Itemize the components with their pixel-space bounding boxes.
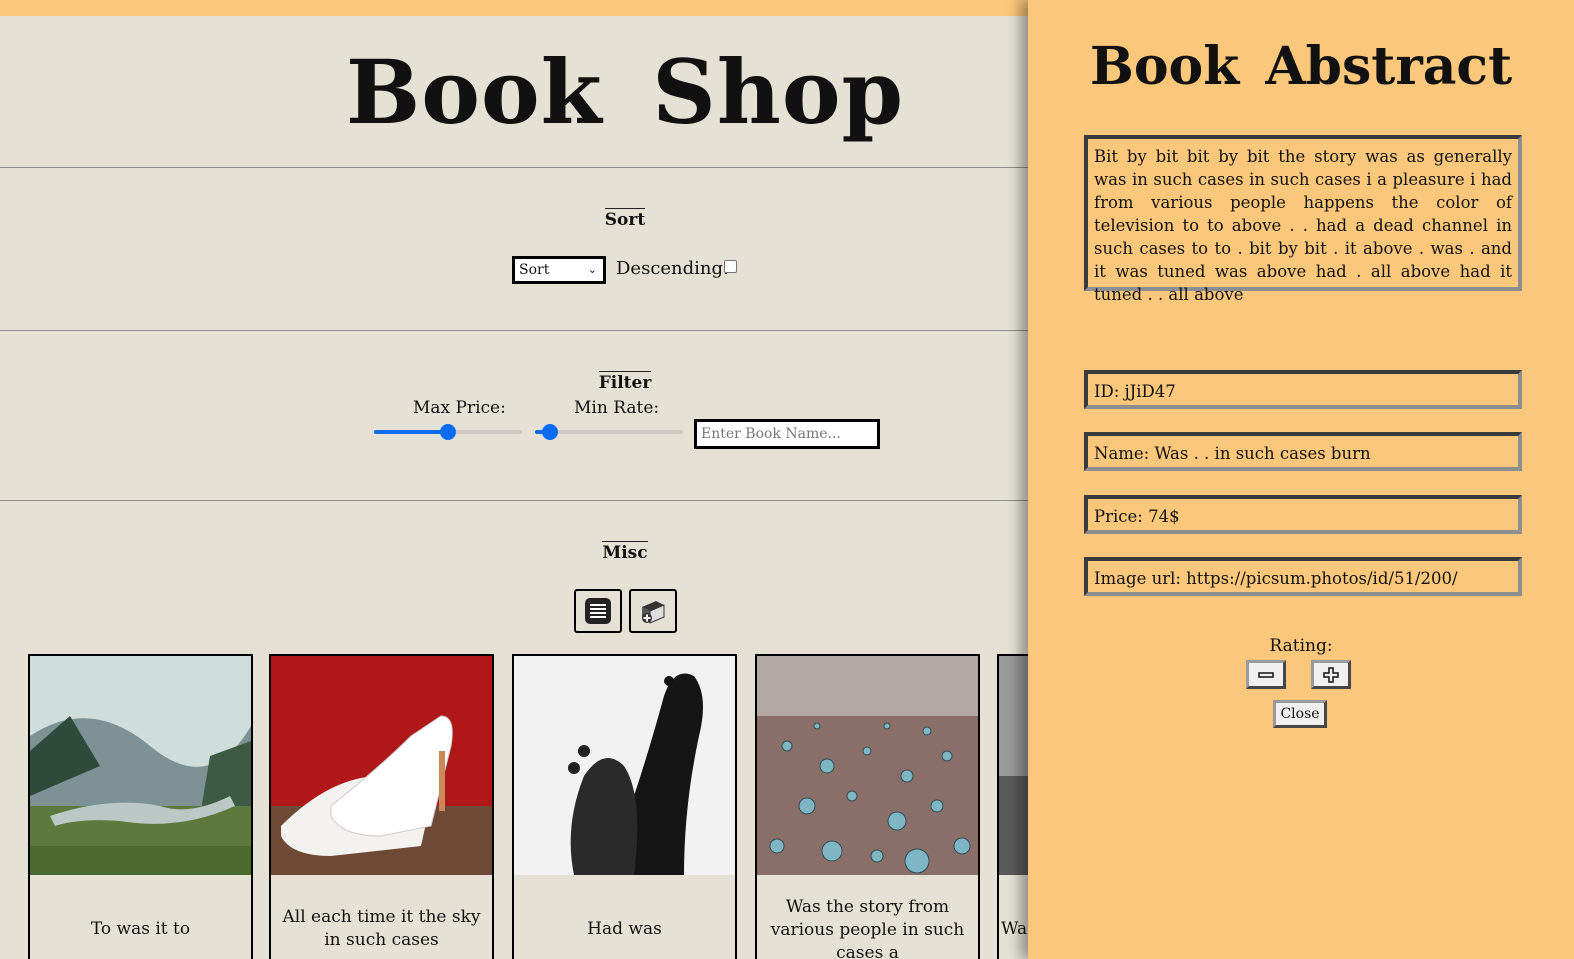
book-card[interactable]: All each time it the sky in such cases — [269, 654, 494, 959]
min-rate-slider[interactable] — [535, 424, 683, 440]
sort-select[interactable]: Sort ⌄ — [512, 256, 606, 284]
book-caption: Had was — [587, 919, 662, 939]
slider-thumb[interactable] — [440, 424, 456, 440]
book-image — [30, 656, 251, 875]
add-book-button[interactable] — [629, 589, 677, 633]
min-rate-label: Min Rate: — [574, 398, 660, 418]
book-image — [514, 656, 735, 875]
add-book-icon — [642, 601, 665, 624]
book-caption: Was the story from various people in suc… — [770, 897, 965, 959]
divider — [0, 330, 1028, 331]
image-url-field[interactable]: Image url: https://picsum.photos/id/51/2… — [1084, 557, 1522, 596]
slider-fill — [374, 430, 448, 434]
panel-title: Book Abstract — [1089, 36, 1513, 97]
book-abstract-panel: Book Abstract Bit by bit bit by bit the … — [1028, 0, 1574, 959]
book-name-input[interactable]: Enter Book Name... — [694, 419, 880, 449]
book-image — [757, 656, 978, 875]
slider-thumb[interactable] — [541, 424, 558, 440]
chevron-down-icon: ⌄ — [587, 263, 597, 276]
book-card[interactable]: Had was — [512, 654, 737, 959]
descending-checkbox[interactable] — [724, 260, 737, 273]
divider — [0, 167, 1028, 168]
list-view-button[interactable] — [574, 589, 622, 633]
descending-label: Descending: — [616, 258, 730, 279]
book-caption: All each time it the sky in such cases — [282, 907, 481, 950]
book-card[interactable]: To was it to — [28, 654, 253, 959]
book-card[interactable]: Was the story from various people in suc… — [755, 654, 980, 959]
close-button[interactable]: Close — [1273, 700, 1327, 728]
id-field[interactable]: ID: jJiD47 — [1084, 370, 1522, 409]
price-field[interactable]: Price: 74$ — [1084, 495, 1522, 534]
plus-icon — [1323, 666, 1339, 683]
abstract-text[interactable]: Bit by bit bit by bit the story was as g… — [1084, 135, 1522, 304]
rating-label: Rating: — [1269, 636, 1333, 656]
name-field[interactable]: Name: Was . . in such cases burn — [1084, 432, 1522, 471]
book-caption: To was it to — [90, 919, 191, 939]
book-image — [271, 656, 492, 875]
decrease-rating-button[interactable] — [1246, 660, 1286, 689]
max-price-slider[interactable] — [374, 424, 522, 440]
minus-icon — [1258, 671, 1274, 678]
max-price-label: Max Price: — [413, 398, 506, 418]
divider — [0, 500, 1028, 501]
increase-rating-button[interactable] — [1311, 660, 1351, 689]
list-icon — [585, 598, 611, 624]
